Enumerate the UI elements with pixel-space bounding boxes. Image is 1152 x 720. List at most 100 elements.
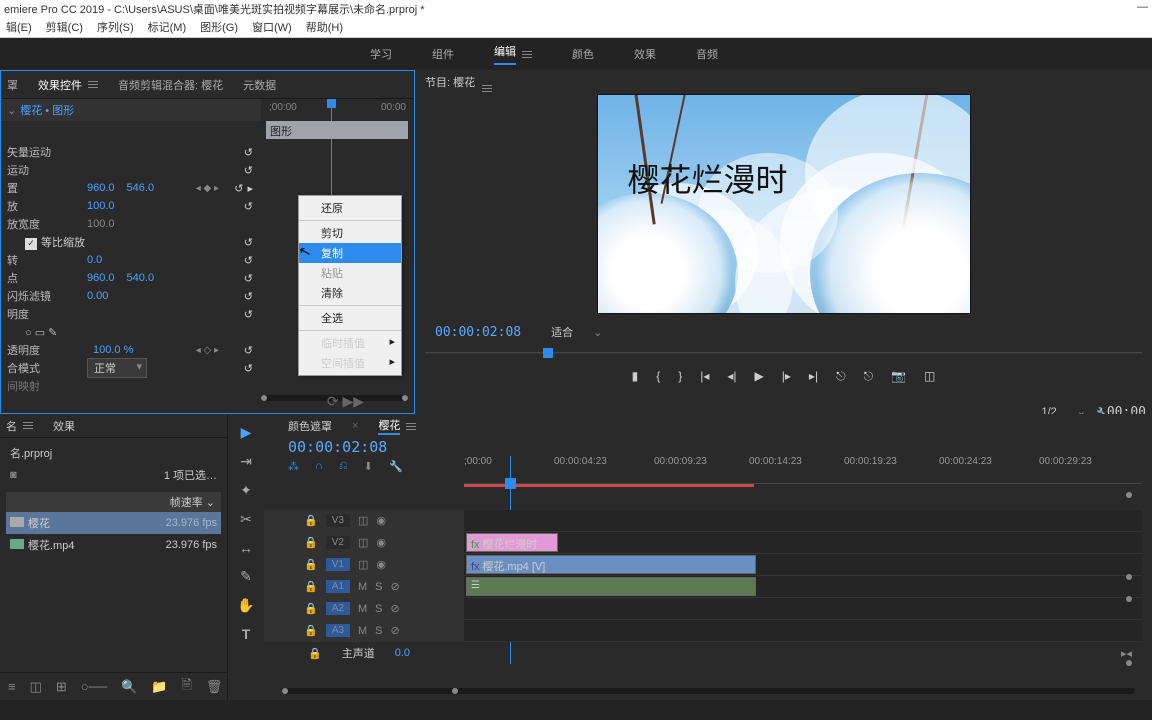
ws-effects[interactable]: 效果 <box>634 46 656 62</box>
reset-icon[interactable]: ↺ <box>244 308 253 321</box>
reset-icon[interactable]: ↺ <box>244 254 253 267</box>
tab-metadata[interactable]: 元数据 <box>243 77 276 93</box>
extract-icon[interactable]: ⎋ <box>864 369 874 384</box>
ws-assembly[interactable]: 组件 <box>432 46 454 62</box>
anchor-x[interactable]: 960.0 <box>87 272 115 284</box>
chevron-down-icon[interactable]: ⌄ <box>593 326 602 339</box>
menu-sequence[interactable]: 序列(S) <box>97 19 134 34</box>
ctx-spatial[interactable]: 空间插值▸ <box>299 353 401 373</box>
reset-icon[interactable]: ↺ <box>244 362 253 375</box>
master-val[interactable]: 0.0 <box>395 647 410 659</box>
blend-mode-select[interactable]: 正常 <box>87 358 147 378</box>
selection-tool-icon[interactable]: ▶ <box>241 424 252 441</box>
track-a1[interactable]: A1 <box>326 580 350 593</box>
project-item-selected[interactable]: 樱花23.976 fps <box>6 512 221 534</box>
voice-icon[interactable]: ⊘ <box>390 580 399 593</box>
type-tool-icon[interactable]: T <box>242 626 251 642</box>
ws-color[interactable]: 颜色 <box>572 46 594 62</box>
clip-bar[interactable]: 图形 <box>266 121 408 139</box>
keyframe-nav[interactable]: ◂ ◆ ▸ <box>196 183 219 194</box>
go-in-icon[interactable]: |◂ <box>700 369 709 383</box>
reset-icon[interactable]: ↺ <box>244 290 253 303</box>
track-select-tool-icon[interactable]: ⇥ <box>240 453 252 470</box>
toggle-output-icon[interactable]: ◫ <box>358 558 368 571</box>
panel-menu-icon[interactable] <box>23 422 33 429</box>
in-bracket-icon[interactable]: { <box>656 369 660 383</box>
ws-audio[interactable]: 音频 <box>696 46 718 62</box>
lock-icon[interactable]: 🔒 <box>304 602 318 615</box>
play-icon[interactable]: ▶ <box>755 369 764 383</box>
mute-icon[interactable]: M <box>358 581 367 593</box>
uniform-checkbox[interactable]: ✓ <box>25 238 37 250</box>
icon-view-icon[interactable]: ◫ <box>30 679 42 695</box>
out-bracket-icon[interactable]: } <box>678 369 682 383</box>
voice-icon[interactable]: ⊘ <box>390 602 399 615</box>
filter-icon[interactable]: ◙ <box>10 469 17 481</box>
scale-val[interactable]: 100.0 <box>87 200 115 212</box>
slip-tool-icon[interactable]: ↔ <box>239 540 253 556</box>
mark-in-icon[interactable]: ▮ <box>632 369 639 383</box>
track-a3[interactable]: A3 <box>326 624 350 637</box>
ctx-temporal[interactable]: 临时插值▸ <box>299 333 401 353</box>
go-out-icon[interactable]: ▸| <box>809 369 818 383</box>
export-frame-icon[interactable]: 📷 <box>891 369 906 383</box>
pen-tool-icon[interactable]: ✎ <box>240 568 252 585</box>
tab-color-matte[interactable]: 颜色遮罩 <box>288 418 332 434</box>
timeline-scrollbar[interactable] <box>282 688 1134 694</box>
ctx-cut[interactable]: 剪切 <box>299 223 401 243</box>
eye-icon[interactable]: ◉ <box>376 514 386 527</box>
solo-icon[interactable]: S <box>375 603 382 615</box>
menu-help[interactable]: 帮助(H) <box>306 19 343 34</box>
op-pct-val[interactable]: 100.0 % <box>93 344 133 356</box>
pos-y[interactable]: 546.0 <box>127 182 155 194</box>
hand-tool-icon[interactable]: ✋ <box>237 597 254 614</box>
flicker-val[interactable]: 0.00 <box>87 290 108 302</box>
reset-icon[interactable]: ↺ <box>234 182 243 195</box>
tab-sequence[interactable]: 樱花 <box>378 417 400 435</box>
next-kf-icon[interactable]: ▸ <box>247 182 253 195</box>
prop-motion[interactable]: 矢量运动 <box>7 144 87 160</box>
menu-clip[interactable]: 剪辑(C) <box>46 19 83 34</box>
compare-icon[interactable]: ◫ <box>924 369 935 383</box>
track-v2[interactable]: V2 <box>326 536 350 549</box>
prop-anim[interactable]: 运动 <box>7 162 87 178</box>
chevron-down-icon[interactable]: ⌄ <box>7 104 16 117</box>
tab-project[interactable]: 名 <box>6 418 17 434</box>
zoom-slider[interactable]: ○── <box>81 679 107 694</box>
scroll-marker[interactable] <box>1126 574 1132 580</box>
clip-video[interactable]: fx 樱花.mp4 [V] <box>466 555 756 574</box>
ws-learn[interactable]: 学习 <box>370 46 392 62</box>
reset-icon[interactable]: ↺ <box>244 236 253 249</box>
lift-icon[interactable]: ⎋ <box>836 369 846 384</box>
ctx-copy[interactable]: 复制 <box>299 243 401 263</box>
clip-audio[interactable]: ☰ <box>466 577 756 596</box>
anchor-y[interactable]: 540.0 <box>127 272 155 284</box>
eye-icon[interactable]: ◉ <box>376 536 386 549</box>
expand-icon[interactable]: ▸◂ <box>1121 647 1132 660</box>
mute-icon[interactable]: M <box>358 625 367 637</box>
scroll-marker[interactable] <box>1126 660 1132 666</box>
prop-opacity[interactable]: 明度 <box>7 306 87 322</box>
timeline-ruler[interactable]: ;00:00 00:00:04:23 00:00:09:23 00:00:14:… <box>464 456 1142 484</box>
tab-effects[interactable]: 效果 <box>53 418 75 434</box>
project-item[interactable]: 樱花.mp423.976 fps <box>6 534 221 556</box>
program-monitor[interactable]: 樱花烂漫时 <box>597 94 971 314</box>
solo-icon[interactable]: S <box>375 625 382 637</box>
ripple-tool-icon[interactable]: ✦ <box>240 482 252 499</box>
scroll-marker[interactable] <box>1126 492 1132 498</box>
prop-remap[interactable]: 间映射 <box>7 378 87 394</box>
ctx-restore[interactable]: 还原 <box>299 198 401 218</box>
search-icon[interactable]: 🔍 <box>121 679 137 695</box>
reset-icon[interactable]: ↺ <box>244 200 253 213</box>
eye-icon[interactable]: ◉ <box>376 558 386 571</box>
program-timecode[interactable]: 00:00:02:08 <box>435 325 521 340</box>
list-view-icon[interactable]: ≡ <box>8 679 16 694</box>
tab-mask[interactable]: 罩 <box>7 77 18 93</box>
trash-icon[interactable]: 🗑 <box>206 679 223 695</box>
ctx-select-all[interactable]: 全选 <box>299 308 401 328</box>
new-item-icon[interactable]: 🗎 <box>181 676 191 698</box>
clip-chain[interactable]: 樱花 • 图形 <box>20 102 74 118</box>
toggle-output-icon[interactable]: ◫ <box>358 514 368 527</box>
voice-icon[interactable]: ⊘ <box>390 624 399 637</box>
menu-graphics[interactable]: 图形(G) <box>200 19 238 34</box>
